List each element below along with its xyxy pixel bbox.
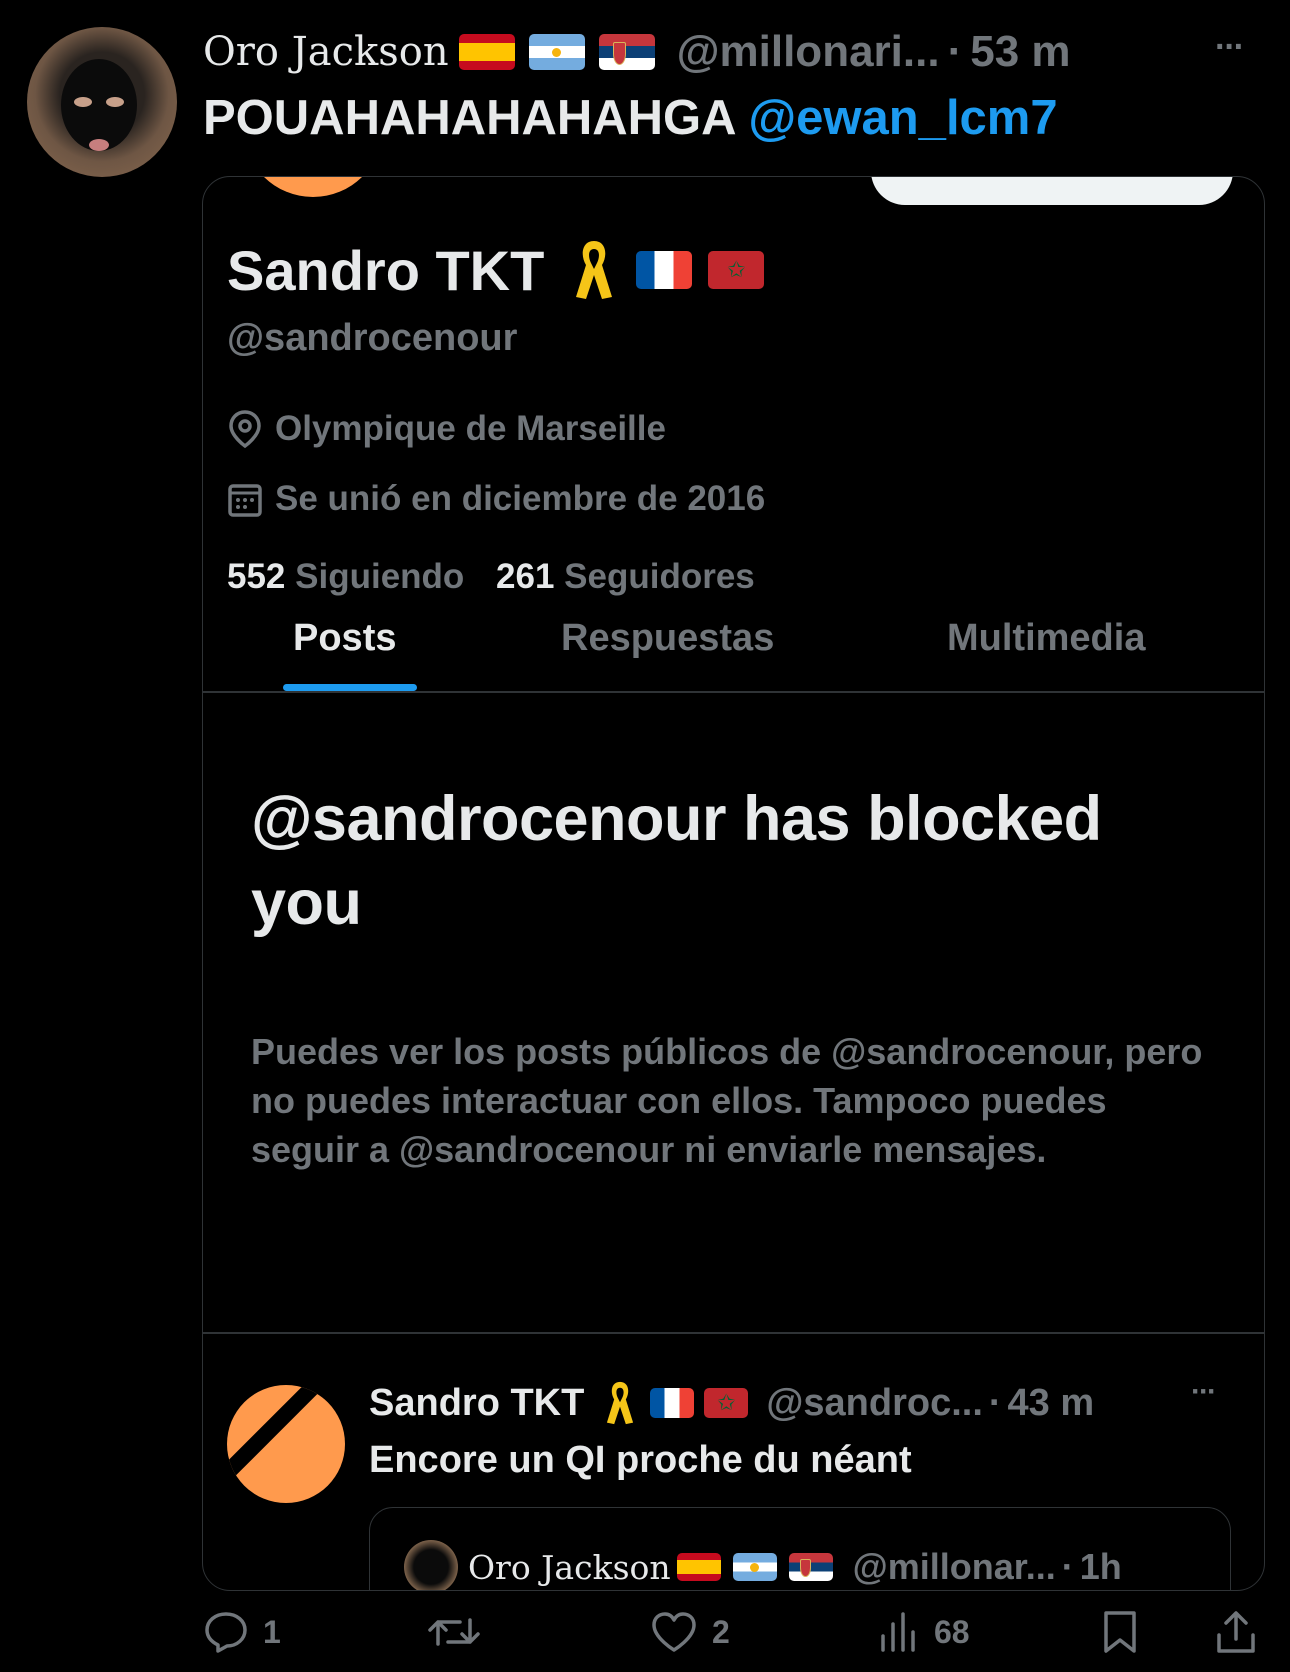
following-label: Siguiendo [295,557,465,596]
france-flag-icon [650,1388,695,1418]
views-button[interactable]: 68 [878,1610,970,1654]
spain-flag-icon [676,1553,721,1581]
follow-stats: 552 Siguiendo 261 Seguidores [227,557,755,597]
followers-label: Seguidores [564,557,755,596]
post-divider [203,1332,1264,1334]
post-header: Sandro TKT @sandroc... · 43 m [369,1377,1094,1429]
edit-profile-button-cropped [871,177,1233,205]
more-options-icon[interactable]: ··· [1215,28,1245,67]
following-link[interactable]: 552 Siguiendo [227,557,474,596]
argentina-flag-icon [732,1553,777,1581]
heart-icon [652,1612,696,1652]
tweet-text-body: POUAHAHAHAHAHGA [203,91,735,145]
post-author-handle[interactable]: @sandroc... [766,1382,983,1425]
avatar-face-icon [61,59,137,151]
profile-name-row: Sandro TKT [227,235,765,305]
like-button[interactable]: 2 [650,1610,730,1654]
tab-multimedia[interactable]: Multimedia [947,617,1145,660]
separator-dot: · [947,27,963,76]
author-avatar[interactable] [27,27,177,177]
post-text: Encore un QI proche du néant [369,1439,912,1481]
reply-icon [205,1612,247,1653]
author-name[interactable]: Oro Jackson [203,29,449,75]
tab-respuestas[interactable]: Respuestas [561,617,774,660]
author-handle[interactable]: @millonari... [677,27,940,77]
location-pin-icon [229,410,261,449]
post-more-options-icon[interactable]: ··· [1191,1375,1217,1409]
views-chart-icon [881,1612,915,1652]
reply-count: 1 [263,1613,281,1650]
profile-joined: Se unió en diciembre de 2016 [227,479,765,519]
post-avatar[interactable] [227,1385,345,1503]
quoted-avatar [404,1540,458,1590]
share-button[interactable] [1214,1610,1258,1654]
views-count: 68 [934,1613,970,1650]
profile-handle: @sandrocenour [227,317,518,359]
separator-dot: · [988,1381,1002,1424]
tweet-text: POUAHAHAHAHAHGA @ewan_lcm7 [203,90,1058,146]
share-icon [1217,1611,1255,1653]
yellow-ribbon-icon [607,1381,634,1425]
tabs-divider [203,691,1264,693]
serbia-flag-icon [598,34,655,70]
location-text: Olympique de Marseille [275,409,666,448]
quoted-author-handle: @millonar... [852,1546,1056,1587]
attached-image[interactable]: Sandro TKT @sandrocenour Olympique de Ma… [202,176,1265,1591]
serbia-flag-icon [788,1553,833,1581]
france-flag-icon [636,251,693,289]
tab-posts[interactable]: Posts [293,617,396,660]
quoted-header: Oro Jackson @millonar... · 1h [468,1540,1122,1590]
separator-dot: · [1061,1546,1074,1587]
followers-count: 261 [496,557,555,596]
quoted-author-name: Oro Jackson [468,1547,671,1587]
post-time[interactable]: 43 m [1008,1382,1095,1425]
profile-avatar-cropped [243,177,383,197]
bookmark-icon [1104,1611,1136,1653]
quoted-time: 1h [1079,1546,1122,1587]
like-count: 2 [712,1613,730,1650]
profile-location: Olympique de Marseille [227,409,666,449]
post-author-name[interactable]: Sandro TKT [369,1382,584,1425]
tweet-header: Oro Jackson @millonari... · 53 m [203,24,1071,80]
blocked-title: @sandrocenour has blocked you [251,784,1102,938]
repost-icon [428,1618,480,1646]
yellow-ribbon-icon [576,241,613,299]
tweet-time[interactable]: 53 m [970,27,1070,77]
spain-flag-icon [458,34,515,70]
bookmark-button[interactable] [1101,1610,1139,1654]
quoted-post[interactable]: Oro Jackson @millonar... · 1h [369,1507,1231,1590]
tab-posts-indicator [283,684,417,691]
argentina-flag-icon [528,34,585,70]
reply-button[interactable]: 1 [203,1610,281,1654]
followers-link[interactable]: 261 Seguidores [496,557,755,596]
morocco-flag-icon [708,251,765,289]
calendar-icon [228,484,262,517]
mention-link[interactable]: @ewan_lcm7 [748,91,1057,145]
morocco-flag-icon [704,1388,749,1418]
blocked-description: Puedes ver los posts públicos de @sandro… [251,1031,1203,1170]
following-count: 552 [227,557,286,596]
repost-button[interactable] [426,1610,482,1654]
black-stripe-icon [227,1385,325,1479]
joined-text: Se unió en diciembre de 2016 [275,479,766,518]
profile-name: Sandro TKT [227,238,545,302]
